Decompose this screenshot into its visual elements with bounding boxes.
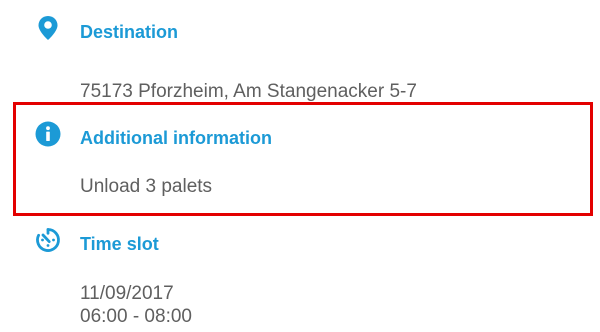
additional-information-value: Unload 3 palets bbox=[80, 176, 213, 197]
timer-icon bbox=[34, 226, 62, 254]
additional-information-heading: Additional information bbox=[80, 128, 272, 148]
destination-heading: Destination bbox=[80, 22, 179, 42]
time-slot-heading: Time slot bbox=[80, 234, 159, 254]
time-slot-range: 06:00 - 08:00 bbox=[80, 306, 192, 327]
info-icon bbox=[34, 120, 62, 148]
time-slot-date: 11/09/2017 bbox=[80, 283, 174, 304]
destination-value: 75173 Pforzheim, Am Stangenacker 5-7 bbox=[80, 81, 417, 102]
map-pin-icon bbox=[34, 14, 62, 42]
